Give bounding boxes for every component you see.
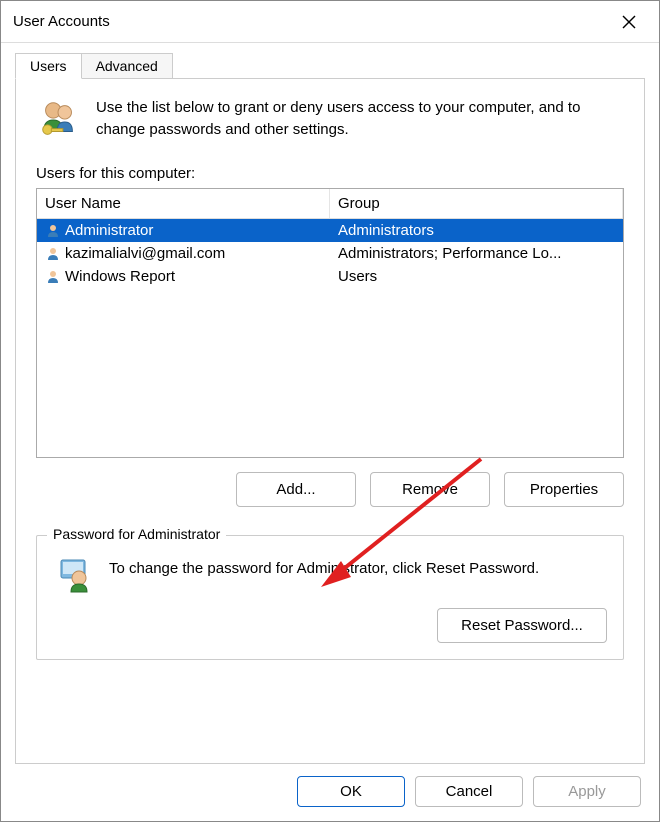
user-name-cell: kazimalialvi@gmail.com <box>65 245 225 262</box>
tab-users[interactable]: Users <box>15 53 82 79</box>
properties-button[interactable]: Properties <box>504 472 624 507</box>
tab-panel-users: Use the list below to grant or deny user… <box>15 78 645 764</box>
tab-advanced[interactable]: Advanced <box>82 53 173 79</box>
ok-button[interactable]: OK <box>297 776 405 807</box>
password-user-icon <box>53 554 93 594</box>
user-button-row: Add... Remove Properties <box>36 472 624 507</box>
dialog-title: User Accounts <box>13 13 609 30</box>
user-accounts-dialog: User Accounts Users Advanced Use the lis… <box>0 0 660 822</box>
user-row-administrator[interactable]: Administrator Administrators <box>37 219 623 242</box>
add-button[interactable]: Add... <box>236 472 356 507</box>
user-icon <box>45 269 61 285</box>
user-name-cell: Administrator <box>65 222 153 239</box>
intro-row: Use the list below to grant or deny user… <box>36 97 624 143</box>
dialog-footer: OK Cancel Apply <box>1 764 659 821</box>
titlebar: User Accounts <box>1 1 659 43</box>
user-icon <box>45 223 61 239</box>
user-icon <box>45 246 61 262</box>
password-instruction: To change the password for Administrator… <box>109 554 539 580</box>
tabstrip: Users Advanced <box>1 43 659 79</box>
column-header-group[interactable]: Group <box>330 189 623 218</box>
intro-text: Use the list below to grant or deny user… <box>96 97 624 141</box>
password-group-label: Password for Administrator <box>47 526 226 542</box>
close-button[interactable] <box>609 6 649 38</box>
user-group-cell: Administrators; Performance Lo... <box>330 242 623 265</box>
column-header-username[interactable]: User Name <box>37 189 330 218</box>
user-row-windows-report[interactable]: Windows Report Users <box>37 265 623 288</box>
cancel-button[interactable]: Cancel <box>415 776 523 807</box>
users-keys-icon <box>36 97 82 143</box>
user-list[interactable]: User Name Group Administrator Administra… <box>36 188 624 458</box>
reset-password-button[interactable]: Reset Password... <box>437 608 607 643</box>
user-group-cell: Administrators <box>330 219 623 242</box>
list-label: Users for this computer: <box>36 165 624 182</box>
user-row-email[interactable]: kazimalialvi@gmail.com Administrators; P… <box>37 242 623 265</box>
user-name-cell: Windows Report <box>65 268 175 285</box>
apply-button[interactable]: Apply <box>533 776 641 807</box>
remove-button[interactable]: Remove <box>370 472 490 507</box>
list-header: User Name Group <box>37 189 623 219</box>
close-icon <box>622 15 636 29</box>
password-group: Password for Administrator To change the… <box>36 535 624 660</box>
user-group-cell: Users <box>330 265 623 288</box>
